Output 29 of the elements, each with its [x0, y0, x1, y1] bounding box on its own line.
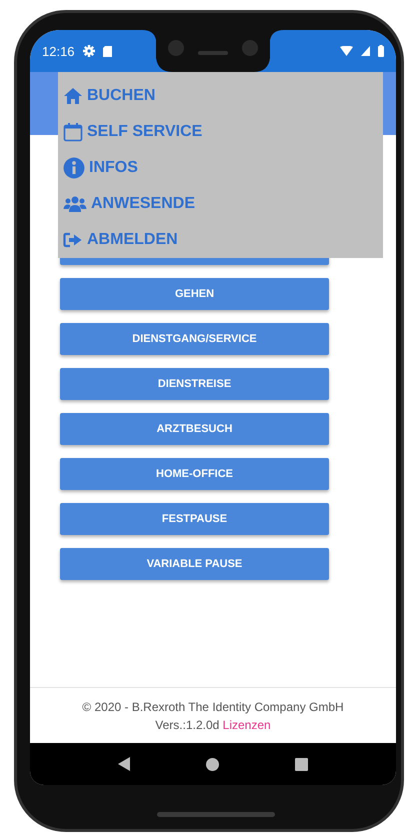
menu-item[interactable]: ANWESENDE [63, 186, 196, 222]
recents-icon[interactable] [295, 758, 308, 770]
action-button[interactable]: HOME-OFFICE [60, 458, 329, 490]
menu-item[interactable]: BUCHEN [63, 78, 156, 114]
menu-item[interactable]: SELF SERVICE [63, 114, 202, 150]
action-button[interactable]: ARZTBESUCH [60, 413, 329, 445]
signal-icon [361, 46, 370, 56]
menu-item[interactable]: INFOS [63, 150, 138, 186]
version-text: Vers.:1.2.0d Lizenzen [155, 718, 271, 732]
calendar-icon [63, 122, 83, 142]
action-button[interactable]: VARIABLE PAUSE [60, 548, 329, 580]
home-icon [63, 87, 83, 105]
battery-icon [378, 45, 384, 57]
info-icon [63, 157, 85, 179]
copyright-text: © 2020 - B.Rexroth The Identity Company GmbH [82, 700, 344, 714]
sd-card-icon [102, 46, 112, 56]
action-button[interactable]: FESTPAUSE [60, 503, 329, 535]
logout-icon [63, 232, 83, 248]
wifi-icon [340, 46, 353, 56]
status-time: 12:16 [42, 44, 75, 58]
action-button[interactable]: GEHEN [60, 278, 329, 310]
home-button-icon[interactable] [206, 758, 219, 770]
gear-icon [82, 45, 95, 57]
users-icon [63, 195, 87, 213]
back-icon[interactable] [118, 757, 130, 771]
action-button[interactable]: DIENSTREISE [60, 368, 329, 400]
action-button[interactable]: DIENSTGANG/SERVICE [60, 323, 329, 355]
menu-item[interactable]: ABMELDEN [63, 222, 178, 258]
license-link[interactable]: Lizenzen [222, 718, 271, 732]
